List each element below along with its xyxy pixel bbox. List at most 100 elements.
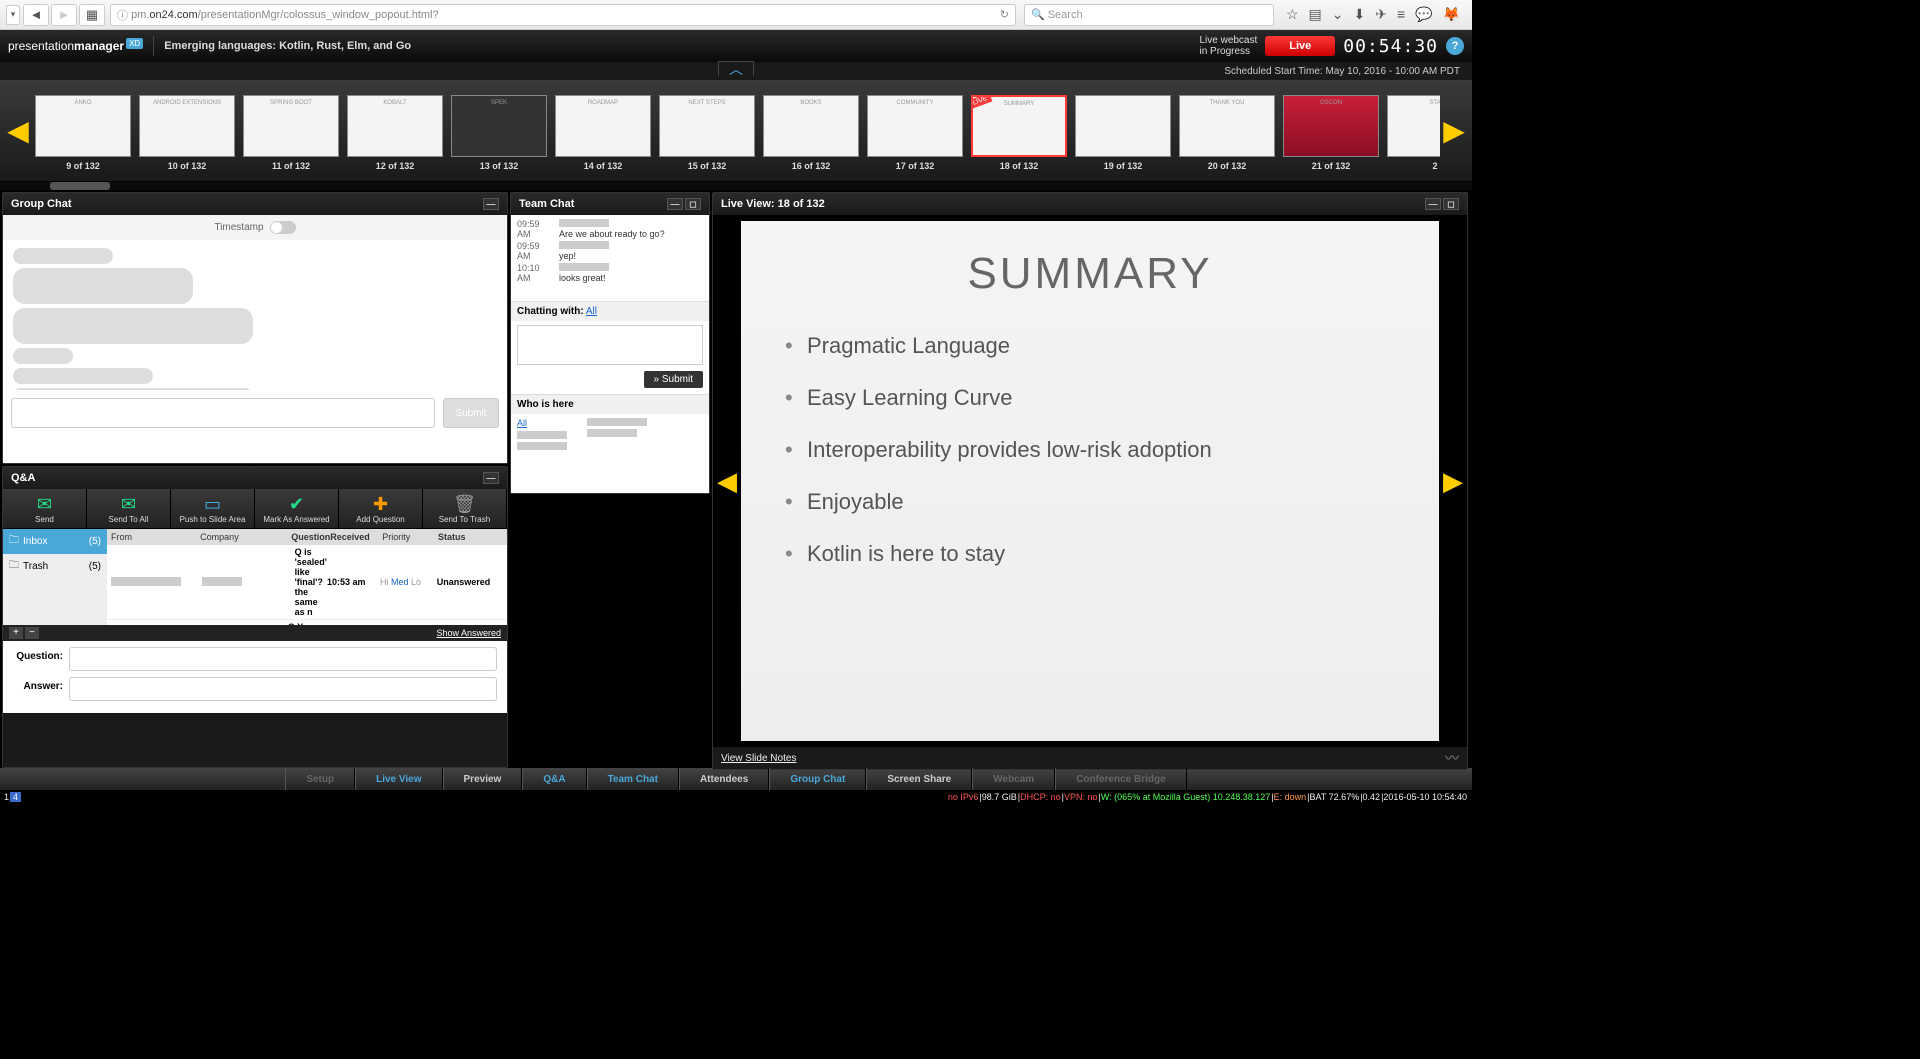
slide-bullet: Easy Learning Curve [785,385,1395,411]
qa-trash-button[interactable]: 🗑Send To Trash [423,489,507,528]
menu-icon[interactable]: ≡ [1397,6,1405,23]
question-field[interactable] [69,647,497,671]
help-icon[interactable]: ? [1446,37,1464,55]
live-slide: SUMMARY Pragmatic LanguageEasy Learning … [741,221,1439,741]
slide-thumbnail[interactable]: ROADMAP14 of 132 [554,95,652,171]
browser-toolbar: ▾ ◄ ► ▦ ⓘ pm.on24.com/presentationMgr/co… [0,0,1472,30]
team-chat-input[interactable] [517,325,703,365]
tab-team-chat[interactable]: Team Chat [587,768,679,790]
qa-send-button[interactable]: ✉Send [3,489,87,528]
identity-button[interactable]: ▦ [79,4,105,26]
qa-row[interactable]: Q is 'sealed' like 'final'? the same as … [107,545,507,620]
tab-setup[interactable]: Setup [285,768,355,790]
group-chat-send[interactable]: Submit [443,398,499,428]
qa-push-button[interactable]: ▭Push to Slide Area [171,489,255,528]
thumb-label: 10 of 132 [168,161,207,171]
minimize-icon[interactable]: — [667,198,683,210]
slide-thumbnail[interactable]: ANKO9 of 132 [34,95,132,171]
tab-qa[interactable]: Q&A [522,768,586,790]
slide-thumbnail[interactable]: OSCON21 of 132 [1282,95,1380,171]
filmstrip-prev[interactable]: ◀ [4,114,32,147]
thumb-label: 14 of 132 [584,161,623,171]
qa-remove-folder[interactable]: − [25,627,39,639]
tab-attendees[interactable]: Attendees [679,768,769,790]
minimize-icon[interactable]: — [483,198,499,210]
tab-group-chat[interactable]: Group Chat [769,768,866,790]
slide-thumbnail[interactable]: SPRING BOOT11 of 132 [242,95,340,171]
tab-webcam[interactable]: Webcam [972,768,1055,790]
slide-thumbnail[interactable]: 19 of 132 [1074,95,1172,171]
tab-preview[interactable]: Preview [443,768,523,790]
col-from[interactable]: From [111,532,200,542]
qa-add-button[interactable]: ✚Add Question [339,489,423,528]
col-status[interactable]: Status [438,532,503,542]
show-answered-link[interactable]: Show Answered [436,628,501,638]
live-prev-slide[interactable]: ◀ [713,215,741,747]
minimize-icon[interactable]: — [483,472,499,484]
download-icon[interactable]: ⬇ [1353,6,1365,23]
col-priority[interactable]: Priority [382,532,438,542]
grid-icon[interactable]: ▤ [1309,6,1322,23]
thumb-label: 19 of 132 [1104,161,1143,171]
popout-icon[interactable]: ◻ [685,198,701,210]
schedule-text: Scheduled Start Time: May 10, 2016 - 10:… [1224,66,1460,77]
qa-add-folder[interactable]: + [9,627,23,639]
send-icon[interactable]: ✈ [1375,6,1387,23]
answer-field[interactable] [69,677,497,701]
chevron-up-icon[interactable]: ︿ [718,61,754,76]
slide-thumbnail[interactable]: LIVESUMMARY18 of 132 [970,95,1068,171]
qa-table: From Company Question Received Priority … [107,529,507,625]
filmstrip-scrollbar[interactable] [0,182,1472,190]
col-question[interactable]: Question [291,532,330,542]
view-slide-notes[interactable]: View Slide Notes [721,753,796,764]
col-company[interactable]: Company [200,532,291,542]
pocket-icon[interactable]: ⌄ [1332,6,1344,23]
qa-send-all-button[interactable]: ✉Send To All [87,489,171,528]
answer-label: Answer: [13,677,63,701]
slide-thumbnail[interactable]: THANK YOU20 of 132 [1178,95,1276,171]
workspace-1[interactable]: 1 [4,792,9,802]
reload-icon[interactable]: ↻ [1000,8,1009,21]
chat-icon[interactable]: 💬 [1415,6,1432,23]
slide-thumbnail[interactable]: NEXT STEPS15 of 132 [658,95,756,171]
group-chat-input[interactable] [11,398,435,428]
timestamp-toggle[interactable] [270,221,296,234]
team-chat-submit[interactable]: » Submit [644,371,703,388]
who-is-here-label: Who is here [511,394,709,414]
slide-thumbnail[interactable]: Sta2 [1386,95,1440,171]
qa-folder[interactable]: 🗀Trash(5) [3,554,107,579]
popout-icon[interactable]: ◻ [1443,198,1459,210]
tab-screen-share[interactable]: Screen Share [866,768,972,790]
qa-answered-button[interactable]: ✔Mark As Answered [255,489,339,528]
slide-thumbnail[interactable]: SPEK13 of 132 [450,95,548,171]
filmstrip-next[interactable]: ▶ [1440,114,1468,147]
qa-title: Q&A [11,472,35,484]
slide-thumbnail[interactable]: BOOKS16 of 132 [762,95,860,171]
workspace-4[interactable]: 4 [10,792,21,802]
minimize-icon[interactable]: — [1425,198,1441,210]
info-icon[interactable]: ⓘ [117,7,128,23]
search-bar[interactable]: 🔍 Search [1024,4,1274,26]
live-next-slide[interactable]: ▶ [1439,215,1467,747]
tab-conf-bridge[interactable]: Conference Bridge [1055,768,1186,790]
app-header: presentationmanagerXD Emerging languages… [0,30,1472,62]
slide-bullet: Enjoyable [785,489,1395,515]
star-icon[interactable]: ☆ [1286,6,1299,23]
profile-icon[interactable]: 🦊 [1443,6,1460,23]
status-dhcp: DHCP: no [1020,792,1061,802]
slide-thumbnail[interactable]: KOBALT12 of 132 [346,95,444,171]
live-badge[interactable]: Live [1265,36,1335,56]
qa-detail: Question: Answer: [3,641,507,713]
slide-thumbnail[interactable]: COMMUNITY17 of 132 [866,95,964,171]
who-all-link[interactable]: All [517,418,567,428]
chatting-with-value[interactable]: All [586,306,597,317]
forward-button[interactable]: ► [51,4,77,26]
col-received[interactable]: Received [330,532,382,542]
team-chat-message: 09:59 AMyep! [517,241,703,261]
menu-drop[interactable]: ▾ [6,5,20,25]
tab-live-view[interactable]: Live View [355,768,442,790]
slide-thumbnail[interactable]: ANDROID EXTENSIONS10 of 132 [138,95,236,171]
qa-folder[interactable]: 🗀Inbox(5) [3,529,107,554]
back-button[interactable]: ◄ [23,4,49,26]
url-bar[interactable]: ⓘ pm.on24.com/presentationMgr/colossus_w… [110,4,1016,26]
